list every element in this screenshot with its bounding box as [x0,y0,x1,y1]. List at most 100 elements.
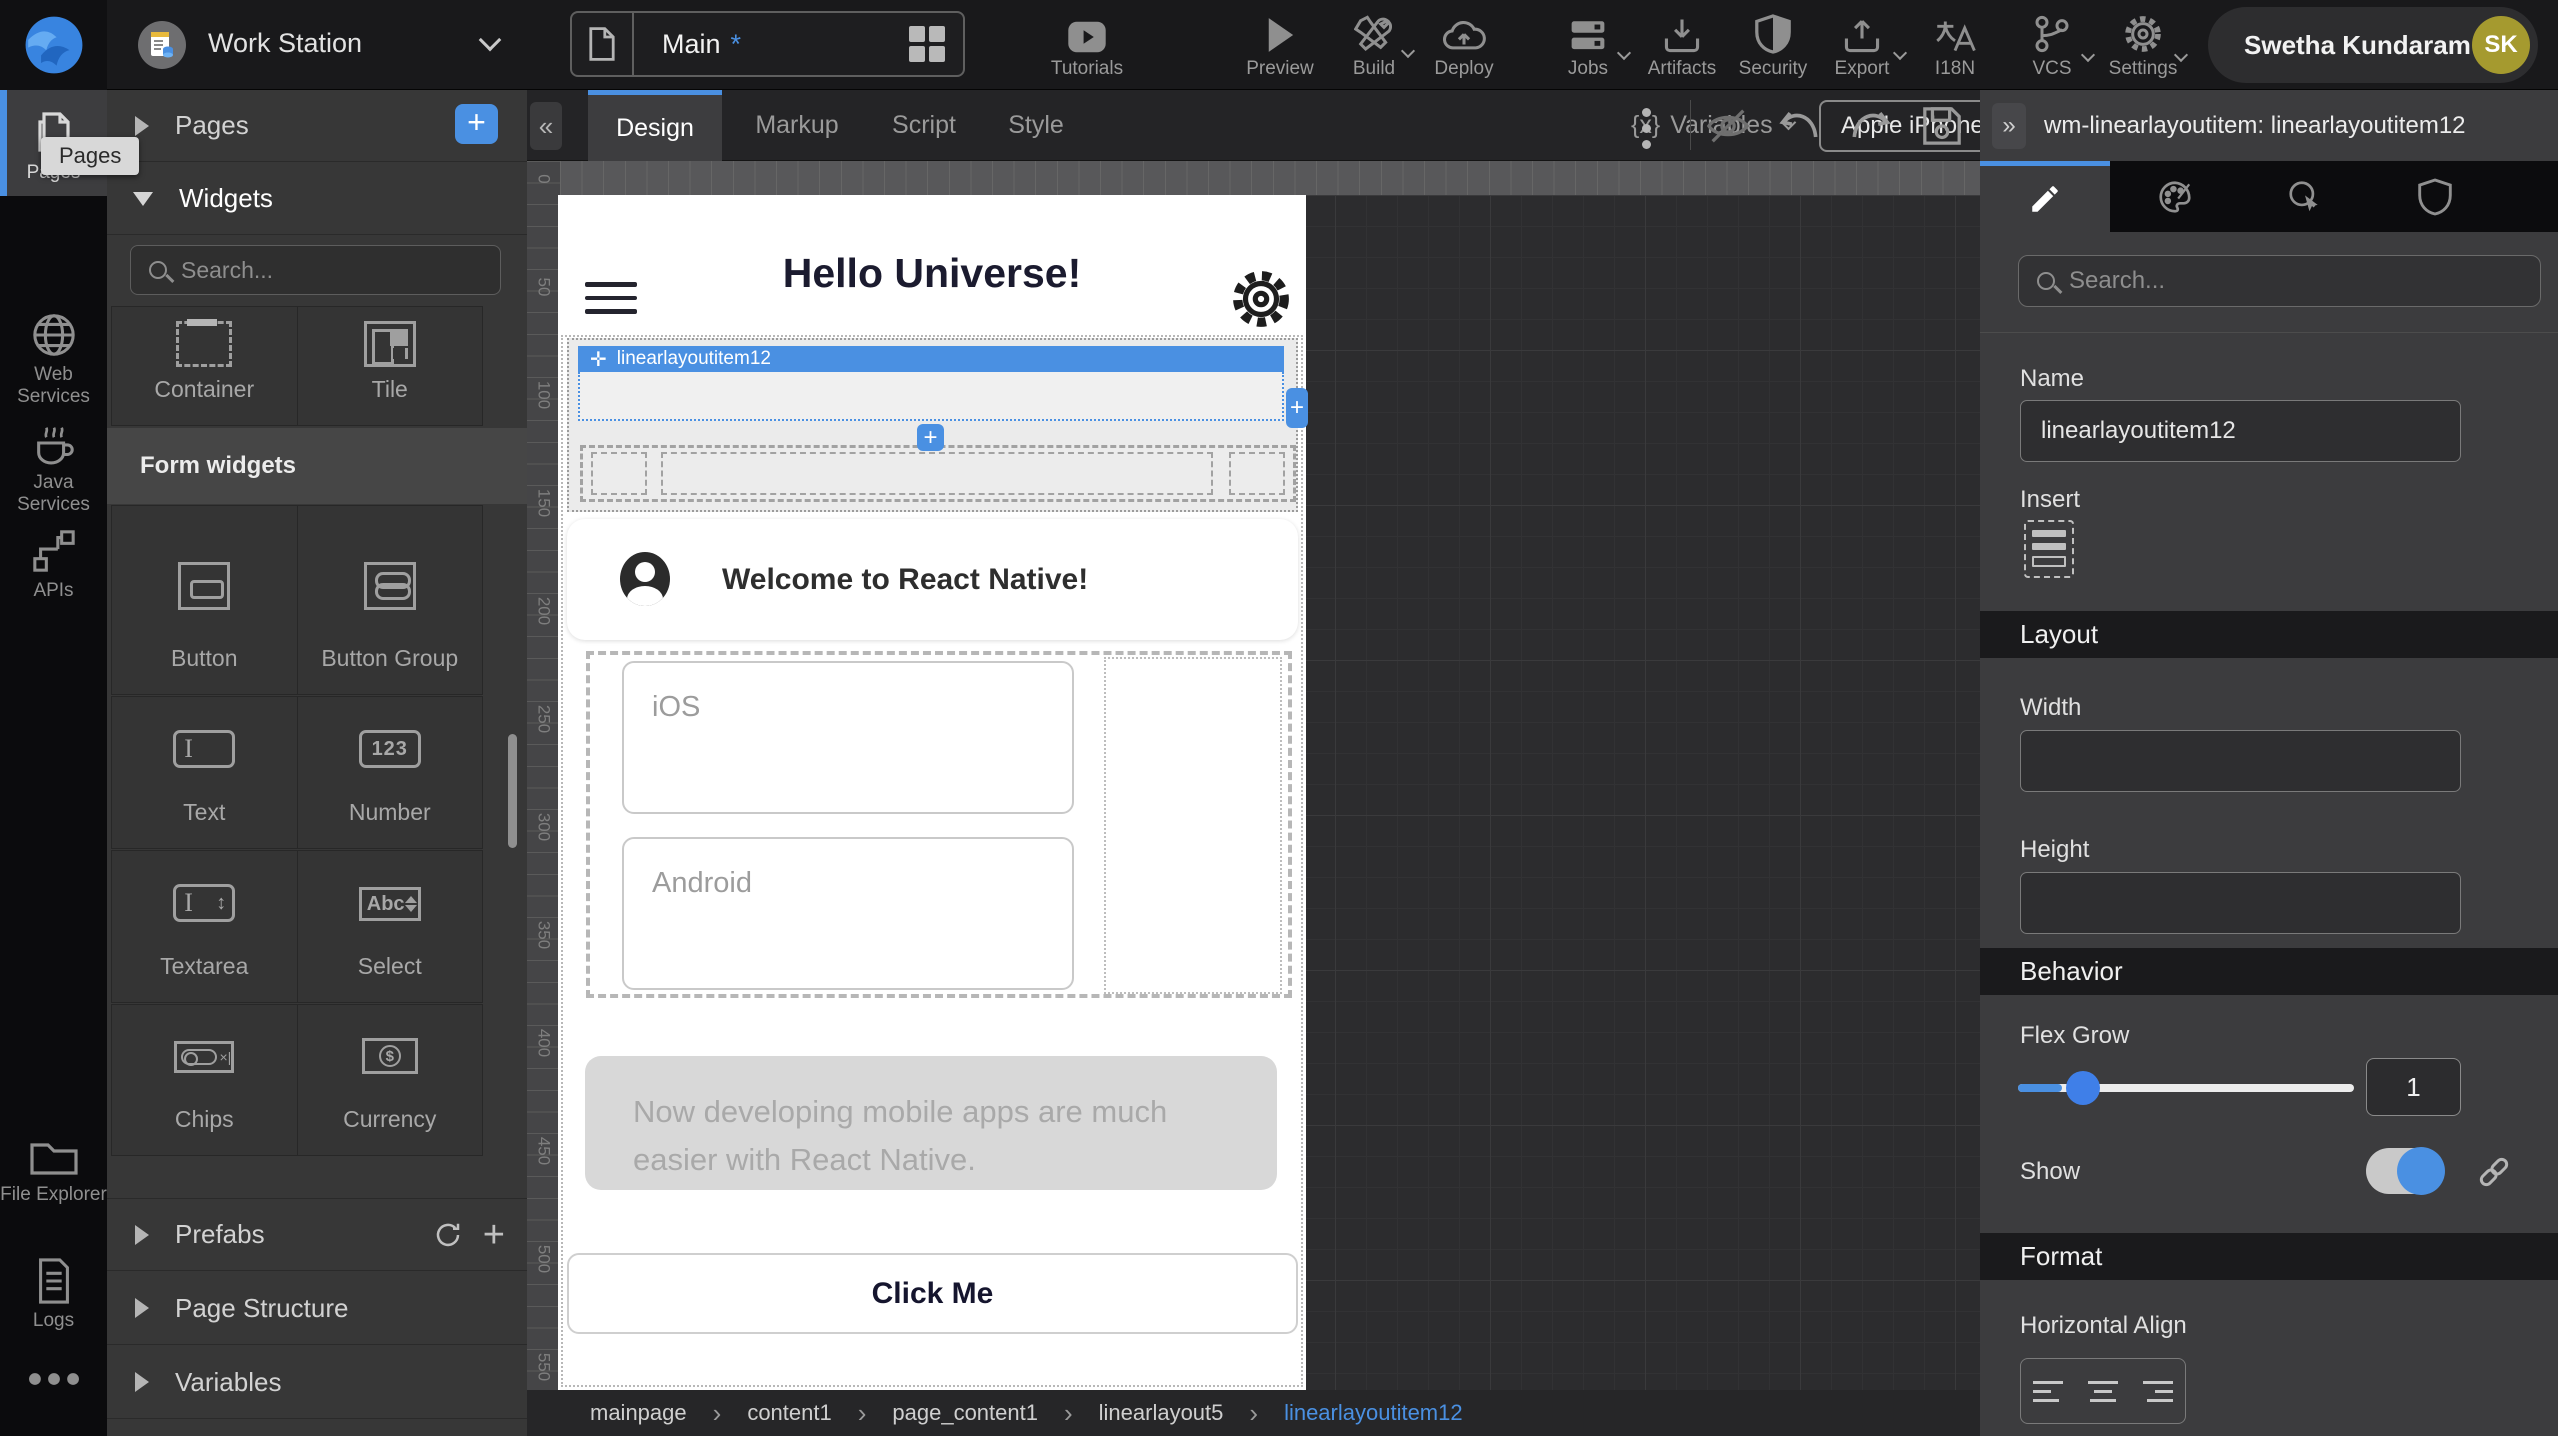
open-page-tab[interactable]: Main * [570,11,965,77]
settings-button[interactable]: Settings [2088,10,2198,80]
deploy-icon [1409,10,1519,54]
tutorials-button[interactable]: Tutorials [1032,10,1142,80]
align-left-button[interactable] [2021,1359,2076,1423]
widget-button[interactable]: Button [112,506,297,694]
format-section-header[interactable]: Format [1980,1233,2558,1280]
insert-widget-below-button[interactable]: + [917,424,944,451]
tab-script[interactable]: Script [874,90,974,161]
collapse-left-panel-button[interactable]: « [530,102,562,150]
empty-column-placeholder[interactable] [1104,657,1282,994]
avatar: SK [2472,16,2530,74]
tab-design[interactable]: Design [588,90,722,161]
panel-scrollbar[interactable] [508,734,517,848]
tab-style[interactable]: Style [991,90,1081,161]
breadcrumb-item[interactable]: linearlayout5 [1099,1400,1224,1426]
bind-property-icon[interactable] [2474,1152,2514,1192]
save-icon[interactable] [1921,104,1963,148]
widget-textarea[interactable]: I↕ Textarea [112,851,297,1002]
grid-row-placeholder[interactable] [580,445,1296,502]
breadcrumb-item[interactable]: mainpage [590,1400,687,1426]
breadcrumb-item[interactable]: content1 [747,1400,831,1426]
widget-select[interactable]: Abc Select [298,851,483,1002]
variables-section-header[interactable]: Variables [107,1346,527,1419]
layout-section-header[interactable]: Layout [1980,611,2558,658]
welcome-card[interactable]: Welcome to React Native! [567,519,1298,640]
grid-column-placeholder[interactable] [1229,452,1285,495]
widget-number[interactable]: 123 Number [298,697,483,848]
flex-grow-slider[interactable] [2018,1084,2354,1092]
note-text-block[interactable]: Now developing mobile apps are much easi… [585,1056,1277,1190]
insert-linearlayout-button[interactable] [2024,520,2074,578]
wavemaker-logo-icon[interactable] [0,0,107,90]
grid-column-placeholder[interactable] [591,452,647,495]
align-right-icon [2143,1381,2173,1402]
add-prefab-icon[interactable]: + [483,1220,505,1250]
top-bar: Work Station Main * Tutorials Preview Bu… [0,0,2558,90]
os-list-container[interactable]: iOS Android [586,651,1292,998]
widget-search-input[interactable]: Search... [130,245,501,295]
add-page-button[interactable]: + [455,104,498,144]
sidebar-item-java-services[interactable]: Java Services [0,420,107,516]
redo-icon[interactable] [1847,106,1891,146]
breadcrumb-separator: › [1249,1398,1258,1429]
i18n-button[interactable]: I18N [1900,10,2010,80]
tab-inspector[interactable] [2240,161,2370,232]
collapse-right-panel-button[interactable]: » [1992,103,2026,149]
refresh-icon[interactable] [433,1220,463,1250]
behavior-section-header[interactable]: Behavior [1980,948,2558,995]
android-list-item[interactable]: Android [622,837,1074,990]
canvas-kebab-menu[interactable] [1642,108,1651,149]
widget-currency[interactable]: $ Currency [298,1005,483,1155]
deploy-button[interactable]: Deploy [1409,10,1519,80]
widgets-panel: Pages + Widgets Search... Container Tile… [107,90,527,1436]
show-toggle[interactable] [2366,1148,2443,1194]
project-icon[interactable] [138,21,186,69]
sidebar-item-file-explorer[interactable]: File Explorer [0,1136,107,1206]
collapsed-arrow-icon [135,116,149,136]
prefabs-section-header[interactable]: Prefabs + [107,1198,527,1271]
width-field[interactable] [2020,730,2461,792]
align-right-button[interactable] [2130,1359,2185,1423]
grid-column-placeholder[interactable] [661,452,1213,495]
flex-grow-value[interactable]: 1 [2366,1058,2461,1116]
project-name[interactable]: Work Station [208,28,362,59]
align-center-button[interactable] [2076,1359,2131,1423]
selected-widget-label[interactable]: ✛ linearlayoutitem12 [578,346,1284,372]
widgets-section-header[interactable]: Widgets [107,163,527,235]
sidebar-more-button[interactable] [0,1372,107,1386]
undo-icon[interactable] [1779,106,1823,146]
tab-properties[interactable] [1980,161,2110,232]
widget-text[interactable]: I Text [112,697,297,848]
selected-linearlayoutitem[interactable] [578,372,1284,421]
select-icon: Abc [298,887,483,921]
tab-markup[interactable]: Markup [737,90,857,161]
breadcrumb-separator: › [713,1398,722,1429]
tab-security[interactable] [2370,161,2500,232]
app-settings-gear-icon[interactable] [1230,268,1292,330]
widget-container[interactable]: Container [112,307,297,425]
breadcrumb-item[interactable]: page_content1 [892,1400,1038,1426]
slider-thumb[interactable] [2066,1071,2100,1105]
breadcrumb-item-active[interactable]: linearlayoutitem12 [1284,1400,1463,1426]
project-chevron-down-icon[interactable] [479,29,502,52]
ios-list-item[interactable]: iOS [622,661,1074,814]
sidebar-item-apis[interactable]: APIs [0,528,107,602]
pages-grid-icon[interactable] [909,26,945,62]
insert-widget-right-button[interactable]: + [1286,388,1308,428]
widget-tile[interactable]: Tile [298,307,483,425]
tab-styles[interactable] [2110,161,2240,232]
click-me-button[interactable]: Click Me [567,1253,1298,1334]
currency-icon: $ [298,1038,483,1074]
person-avatar-icon [620,552,670,606]
widget-button-group[interactable]: Button Group [298,506,483,694]
hide-markers-icon[interactable] [1705,106,1751,146]
move-handle-icon[interactable]: ✛ [590,347,607,372]
page-structure-section-header[interactable]: Page Structure [107,1272,527,1345]
sidebar-item-web-services[interactable]: Web Services [0,312,107,408]
sidebar-item-logs[interactable]: Logs [0,1258,107,1332]
name-field[interactable]: linearlayoutitem12 [2020,400,2461,462]
height-field[interactable] [2020,872,2461,934]
properties-search-input[interactable]: Search... [2018,255,2541,307]
widget-chips[interactable]: ×| Chips [112,1005,297,1155]
user-menu[interactable]: Swetha Kundaram SK [2208,7,2538,83]
